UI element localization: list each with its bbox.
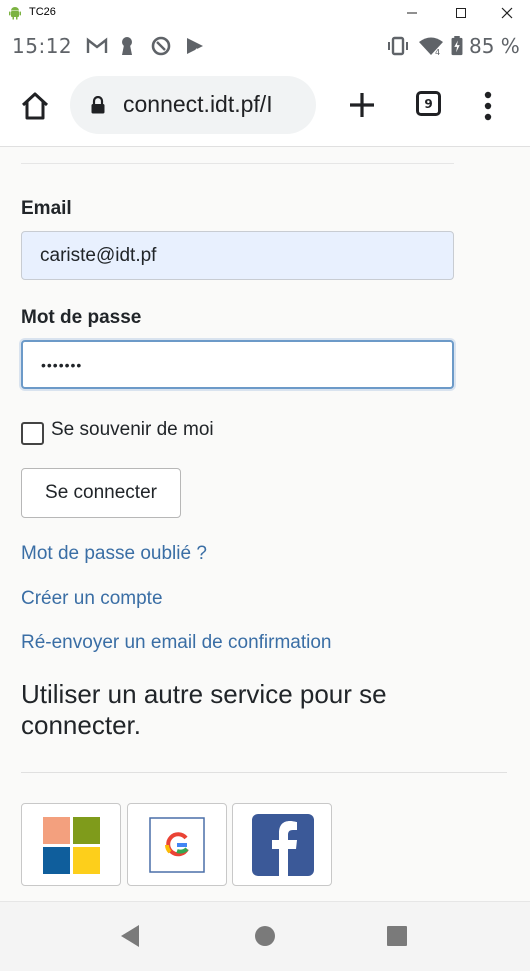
close-icon [501, 7, 513, 19]
resend-confirmation-link[interactable]: Ré-envoyer un email de confirmation [21, 632, 332, 654]
register-link[interactable]: Créer un compte [21, 588, 163, 610]
tab-switcher-button[interactable]: 9 [416, 91, 441, 116]
home-nav-icon[interactable] [254, 924, 276, 948]
window-title: TC26 [29, 6, 56, 18]
tab-count: 9 [424, 96, 433, 111]
data-saver-icon [151, 36, 171, 56]
minimize-button[interactable] [397, 2, 427, 24]
login-page: Email cariste@idt.pf Mot de passe ••••••… [0, 147, 530, 901]
maximize-icon [456, 8, 466, 18]
gmail-icon [86, 37, 108, 53]
window-title-bar: TC26 [0, 0, 530, 26]
facebook-icon [252, 814, 314, 876]
status-time: 15:12 [12, 34, 73, 58]
external-login-heading: Utiliser un autre service pour se connec… [21, 679, 387, 740]
back-icon[interactable] [119, 924, 141, 948]
google-icon [149, 817, 205, 873]
recents-icon[interactable] [386, 924, 408, 948]
login-button-label: Se connecter [45, 482, 157, 503]
minimize-icon [407, 12, 417, 14]
lock-icon [91, 96, 105, 114]
facebook-login-button[interactable] [232, 803, 332, 886]
close-window-button[interactable] [492, 2, 522, 24]
microsoft-login-button[interactable] [21, 803, 121, 886]
password-label: Mot de passe [21, 307, 142, 328]
email-field[interactable]: cariste@idt.pf [21, 231, 454, 280]
more-menu-icon[interactable] [478, 90, 498, 122]
login-button[interactable]: Se connecter [21, 468, 181, 518]
svg-text:4: 4 [435, 48, 440, 56]
password-value: ••••••• [41, 356, 83, 373]
divider [21, 163, 454, 164]
remember-me-checkbox[interactable] [21, 422, 44, 445]
status-bar: 15:12 4 85 % [0, 26, 530, 66]
home-icon[interactable] [19, 90, 51, 122]
microsoft-icon [43, 817, 100, 874]
browser-toolbar: connect.idt.pf/I 9 [0, 66, 530, 147]
divider [21, 772, 507, 773]
battery-icon [451, 36, 463, 56]
email-label: Email [21, 198, 72, 219]
android-icon [9, 7, 21, 20]
wifi-icon: 4 [419, 37, 443, 56]
address-bar[interactable]: connect.idt.pf/I [70, 76, 316, 134]
remember-me-label[interactable]: Se souvenir de moi [51, 419, 214, 441]
battery-percentage: 85 % [469, 34, 520, 58]
navigation-bar [0, 901, 530, 971]
url-text: connect.idt.pf/I [123, 91, 273, 117]
vibrate-icon [388, 36, 408, 56]
email-value: cariste@idt.pf [40, 244, 157, 266]
forgot-password-link[interactable]: Mot de passe oublié ? [21, 543, 207, 565]
maximize-button[interactable] [446, 2, 476, 24]
google-login-button[interactable] [127, 803, 227, 886]
keyhole-icon [122, 37, 132, 55]
play-store-icon [187, 38, 203, 56]
new-tab-icon[interactable] [346, 89, 378, 121]
password-field[interactable]: ••••••• [21, 340, 454, 389]
